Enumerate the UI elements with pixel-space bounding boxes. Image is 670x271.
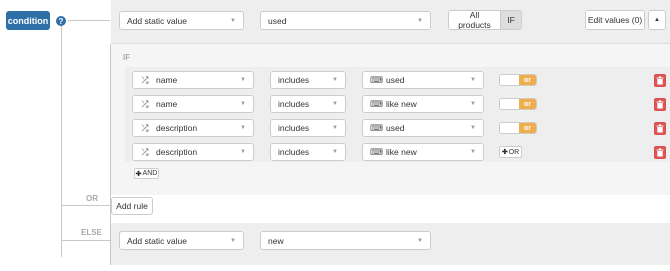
keyboard-icon: ⌨ [370, 146, 383, 157]
rule-value-text: used [386, 75, 405, 85]
rule-field-text: description [156, 123, 198, 133]
else-value-text: new [268, 235, 284, 246]
rule-operator-text: includes [278, 99, 310, 109]
caret-down-icon: ▼ [470, 101, 476, 107]
rule-field-text: description [156, 147, 198, 157]
caret-down-icon: ▼ [240, 149, 246, 155]
tree-line-to-top [68, 20, 110, 21]
rule-operator-select[interactable]: includes ▼ [270, 95, 346, 113]
caret-down-icon: ▼ [230, 17, 236, 24]
caret-down-icon: ▼ [332, 77, 338, 83]
rule-field-select[interactable]: ⤮ name ▼ [132, 71, 254, 89]
or-toggle-off [500, 99, 519, 109]
or-toggle-label: or [519, 75, 536, 85]
chevron-up-icon: ▲ [654, 17, 660, 23]
shuffle-icon: ⤮ [141, 146, 149, 157]
else-value-type-select[interactable]: Add static value ▼ [119, 231, 244, 250]
caret-down-icon: ▼ [470, 149, 476, 155]
rule-value-select[interactable]: ⌨ used ▼ [362, 119, 484, 137]
caret-down-icon: ▼ [470, 77, 476, 83]
caret-down-icon: ▼ [332, 125, 338, 131]
collapse-button[interactable]: ▲ [648, 10, 666, 30]
tree-line-to-rule [62, 205, 110, 206]
delete-rule-button[interactable] [654, 74, 666, 87]
rule-operator-select[interactable]: includes ▼ [270, 119, 346, 137]
else-label: ELSE [81, 228, 102, 237]
caret-down-icon: ▼ [240, 77, 246, 83]
or-toggle[interactable]: or [499, 98, 537, 110]
shuffle-icon: ⤮ [141, 98, 149, 109]
trash-icon [656, 100, 664, 109]
caret-down-icon: ▼ [240, 101, 246, 107]
keyboard-icon: ⌨ [370, 98, 383, 109]
value-type-select[interactable]: Add static value ▼ [119, 11, 244, 30]
delete-rule-button[interactable] [654, 98, 666, 111]
add-or-button[interactable]: ✚ OR [499, 146, 522, 158]
value-select[interactable]: used ▼ [260, 11, 431, 30]
all-products-button[interactable]: All products [449, 11, 500, 29]
edit-values-button[interactable]: Edit values (0) [585, 10, 645, 30]
delete-rule-button[interactable] [654, 122, 666, 135]
else-value-select[interactable]: new ▼ [260, 231, 431, 250]
rule-operator-select[interactable]: includes ▼ [270, 143, 346, 161]
rule-field-text: name [156, 99, 178, 109]
condition-button[interactable]: condition [6, 11, 50, 30]
delete-rule-button[interactable] [654, 146, 666, 159]
rule-value-select[interactable]: ⌨ like new ▼ [362, 95, 484, 113]
tree-line-root [61, 25, 62, 257]
rule-operator-select[interactable]: includes ▼ [270, 71, 346, 89]
or-toggle-off [500, 75, 519, 85]
caret-down-icon: ▼ [240, 125, 246, 131]
rule-value-select[interactable]: ⌨ like new ▼ [362, 143, 484, 161]
add-and-label: AND [142, 170, 158, 177]
or-toggle[interactable]: or [499, 122, 537, 134]
caret-down-icon: ▼ [230, 237, 236, 244]
caret-down-icon: ▼ [417, 237, 423, 244]
rule-field-select[interactable]: ⤮ description ▼ [132, 119, 254, 137]
or-toggle[interactable]: or [499, 74, 537, 86]
tree-line-to-else [62, 240, 110, 241]
rule-field-select[interactable]: ⤮ description ▼ [132, 143, 254, 161]
if-label: IF [123, 53, 131, 62]
scope-toggle: All products IF [448, 10, 522, 30]
or-toggle-label: or [519, 99, 536, 109]
rule-field-select[interactable]: ⤮ name ▼ [132, 95, 254, 113]
help-icon[interactable]: ? [56, 16, 66, 26]
if-button[interactable]: IF [500, 11, 521, 29]
trash-icon [656, 124, 664, 133]
add-or-label: OR [508, 148, 520, 156]
rule-operator-text: includes [278, 75, 310, 85]
rule-value-text: like new [386, 147, 417, 157]
add-and-button[interactable]: ✚ AND [134, 168, 159, 179]
caret-down-icon: ▼ [470, 125, 476, 131]
rule-value-text: used [386, 123, 405, 133]
rule-field-text: name [156, 75, 178, 85]
add-rule-button[interactable]: Add rule [111, 197, 153, 215]
plus-icon: ✚ [501, 149, 508, 156]
caret-down-icon: ▼ [332, 149, 338, 155]
value-type-text: Add static value [127, 15, 188, 26]
trash-icon [656, 148, 664, 157]
shuffle-icon: ⤮ [141, 74, 149, 85]
plus-icon: ✚ [135, 170, 142, 178]
trash-icon [656, 76, 664, 85]
keyboard-icon: ⌨ [370, 122, 383, 133]
rule-value-text: like new [386, 99, 417, 109]
or-toggle-off [500, 123, 519, 133]
or-toggle-label: or [519, 123, 536, 133]
rule-value-select[interactable]: ⌨ used ▼ [362, 71, 484, 89]
caret-down-icon: ▼ [417, 17, 423, 24]
keyboard-icon: ⌨ [370, 74, 383, 85]
else-value-type-text: Add static value [127, 235, 188, 246]
or-label: OR [86, 194, 98, 203]
shuffle-icon: ⤮ [141, 122, 149, 133]
rule-operator-text: includes [278, 123, 310, 133]
value-text: used [268, 15, 287, 26]
rule-operator-text: includes [278, 147, 310, 157]
caret-down-icon: ▼ [332, 101, 338, 107]
